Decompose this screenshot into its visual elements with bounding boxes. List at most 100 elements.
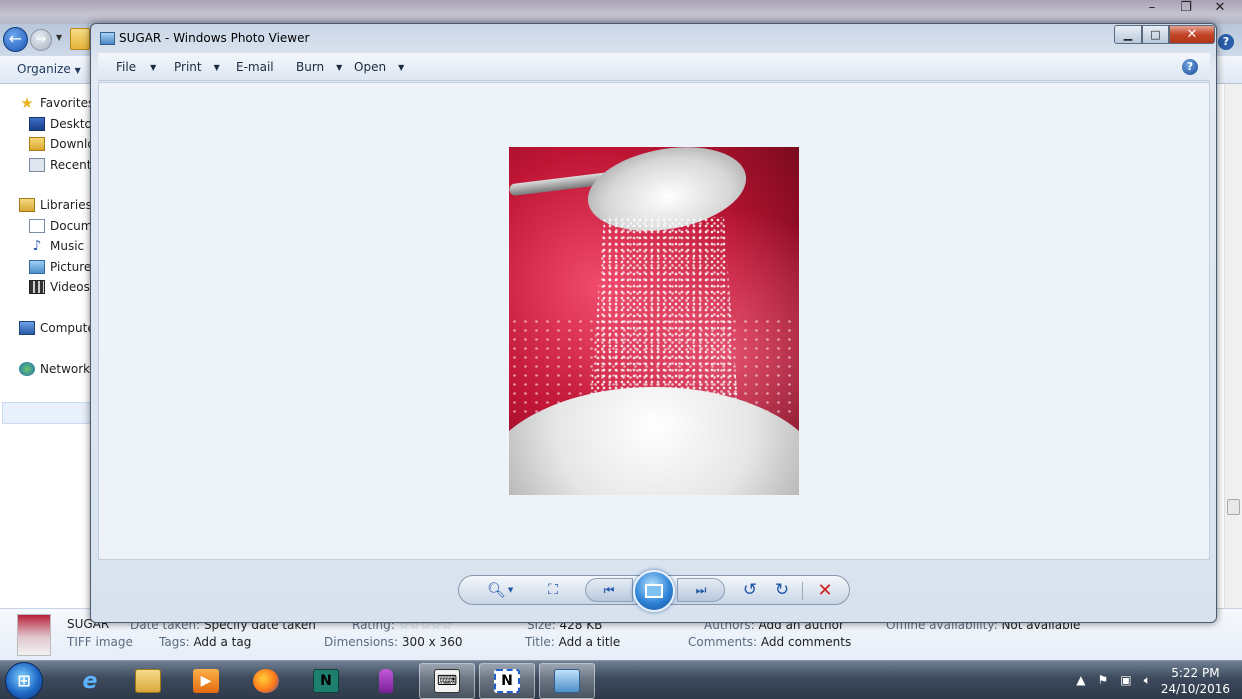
nav-item-music[interactable]: ♪ Music: [29, 238, 85, 254]
app-bottle-icon: [379, 669, 393, 693]
nav-item-label: Downlo: [50, 137, 95, 151]
organize-button[interactable]: Organize ▼: [17, 62, 81, 76]
title-field[interactable]: Title: Add a title: [525, 635, 620, 649]
action-center-flag-icon[interactable]: ⚑: [1098, 673, 1109, 688]
menu-email[interactable]: E-mail: [236, 60, 274, 74]
menu-burn[interactable]: Burn ▼: [296, 60, 342, 74]
menu-open[interactable]: Open ▼: [354, 60, 404, 74]
network-icon: [19, 362, 35, 376]
app-n-icon: N: [313, 669, 339, 693]
playback-controls: 🔍︎ ▼ ⛶ ⏮ ⏭ ↺ ↻ ✕: [458, 570, 850, 612]
explorer-maximize-button[interactable]: ❐: [1176, 0, 1196, 15]
taskbar-internet-explorer[interactable]: e: [62, 663, 118, 699]
nav-item-pictures[interactable]: Pictures: [29, 260, 98, 274]
music-icon: ♪: [32, 238, 42, 254]
next-icon: ⏭: [695, 582, 707, 597]
typewriter-icon: ⌨: [434, 669, 460, 693]
nav-item-downloads[interactable]: Downlo: [29, 137, 95, 151]
taskbar-app-typewriter[interactable]: ⌨: [419, 663, 475, 699]
nav-item-label: Libraries: [40, 198, 92, 212]
menu-file[interactable]: File ▼: [116, 60, 156, 74]
sugar-photo: [509, 147, 799, 495]
previous-button[interactable]: ⏮: [585, 578, 633, 602]
scrollbar-thumb[interactable]: [1227, 499, 1240, 515]
explorer-titlebar: – ❐ ✕: [0, 0, 1242, 24]
zoom-button[interactable]: 🔍︎ ▼: [481, 576, 519, 604]
star-icon: ★: [20, 94, 34, 112]
nav-item-desktop[interactable]: Desktop: [29, 117, 100, 131]
rotate-right-icon: ↻: [774, 580, 790, 600]
system-tray: ▲ ⚑ ▣ 🔈︎ 5:22 PM 24/10/2016: [1076, 661, 1230, 699]
chevron-down-icon: ▼: [150, 62, 157, 72]
explorer-scrollbar[interactable]: [1224, 84, 1242, 608]
actual-size-button[interactable]: ⛶: [541, 576, 565, 604]
volume-icon[interactable]: 🔈︎: [1144, 673, 1151, 688]
slideshow-icon: [645, 584, 663, 598]
taskbar-firefox[interactable]: [238, 663, 294, 699]
rotate-clockwise-button[interactable]: ↻: [771, 576, 793, 604]
previous-icon: ⏮: [603, 582, 615, 597]
taskbar-media-player[interactable]: ▶: [178, 663, 234, 699]
downloads-icon: [29, 137, 45, 151]
help-icon[interactable]: ?: [1182, 59, 1198, 75]
clock-date: 24/10/2016: [1160, 681, 1230, 696]
controls-divider: [802, 582, 803, 600]
photo-viewer-window: SUGAR - Windows Photo Viewer ▁ □ ✕ File …: [90, 23, 1217, 623]
taskbar: ⊞ e ▶ N ⌨ N ▲ ⚑ ▣ 🔈︎ 5:22 PM 24/10/2016: [0, 660, 1242, 699]
window-title: SUGAR - Windows Photo Viewer: [119, 31, 310, 45]
actual-size-icon: ⛶: [548, 582, 558, 598]
start-button[interactable]: ⊞: [5, 662, 43, 699]
tags-field[interactable]: Tags: Add a tag: [159, 635, 251, 649]
documents-icon: [29, 219, 45, 233]
minimize-button[interactable]: ▁: [1114, 25, 1142, 44]
rotate-left-icon: ↺: [742, 580, 758, 600]
nav-item-label: Favorites: [40, 96, 95, 110]
nav-item-label: Music: [50, 239, 85, 253]
explorer-minimize-button[interactable]: –: [1142, 0, 1162, 15]
clock-time: 5:22 PM: [1171, 665, 1220, 680]
pictures-icon: [29, 260, 45, 274]
slideshow-button[interactable]: [633, 570, 675, 612]
chevron-down-icon: ▼: [213, 62, 220, 72]
zoom-icon: 🔍︎: [486, 581, 506, 599]
taskbar-photo-viewer[interactable]: [539, 663, 595, 699]
close-button[interactable]: ✕: [1169, 25, 1215, 44]
photo-viewer-titlebar[interactable]: SUGAR - Windows Photo Viewer ▁ □ ✕: [91, 24, 1216, 52]
chevron-down-icon: ▼: [507, 586, 514, 594]
navigation-pane: ★ Favorites Desktop Downlo Recent P Libr…: [0, 84, 103, 608]
nav-item-favorites[interactable]: ★ Favorites: [19, 94, 95, 112]
internet-explorer-icon: e: [82, 668, 98, 694]
chevron-down-icon: ▼: [336, 62, 343, 72]
folder-icon: [135, 669, 161, 693]
nav-item-network[interactable]: Network: [19, 362, 90, 376]
explorer-help-icon[interactable]: ?: [1218, 34, 1234, 50]
nav-item-libraries[interactable]: Libraries: [19, 198, 92, 212]
explorer-close-button[interactable]: ✕: [1210, 0, 1230, 15]
next-button[interactable]: ⏭: [677, 578, 725, 602]
back-button[interactable]: ←: [3, 27, 28, 52]
forward-button[interactable]: →: [30, 29, 52, 51]
nav-item-computer[interactable]: Compute: [19, 321, 95, 335]
rotate-counterclockwise-button[interactable]: ↺: [739, 576, 761, 604]
taskbar-windows-explorer[interactable]: [120, 663, 176, 699]
image-canvas[interactable]: [98, 82, 1210, 560]
organize-label: Organize: [17, 62, 71, 76]
chevron-down-icon: ▼: [74, 66, 81, 75]
nav-item-videos[interactable]: Videos: [29, 280, 90, 294]
computer-icon: [19, 321, 35, 335]
taskbar-app-n2[interactable]: N: [479, 663, 535, 699]
comments-field[interactable]: Comments: Add comments: [688, 635, 851, 649]
maximize-button[interactable]: □: [1142, 25, 1169, 44]
taskbar-app-n1[interactable]: N: [298, 663, 354, 699]
photo-viewer-app-icon: [100, 32, 115, 45]
show-hidden-icons-icon[interactable]: ▲: [1076, 673, 1085, 688]
recent-pages-dropdown-icon[interactable]: ▼: [56, 33, 62, 42]
delete-button[interactable]: ✕: [813, 576, 837, 604]
taskbar-app-purple[interactable]: [358, 663, 414, 699]
media-player-icon: ▶: [193, 669, 219, 693]
network-icon[interactable]: ▣: [1120, 673, 1131, 688]
nav-selection-highlight: [2, 402, 92, 424]
firefox-icon: [253, 669, 279, 693]
clock[interactable]: 5:22 PM 24/10/2016: [1161, 665, 1230, 697]
menu-print[interactable]: Print ▼: [174, 60, 220, 74]
